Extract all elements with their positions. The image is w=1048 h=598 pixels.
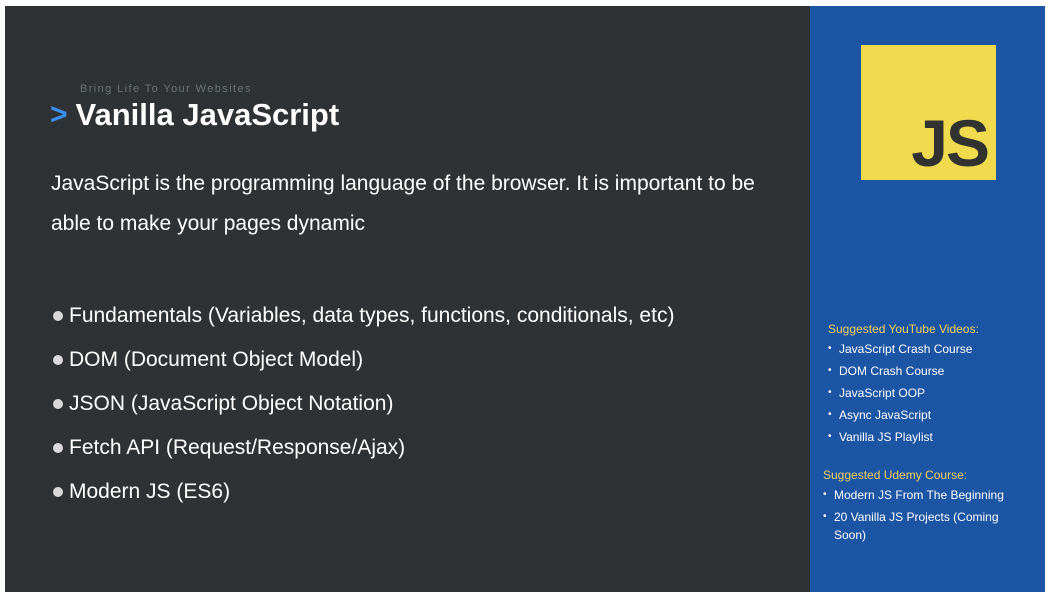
topic-label: DOM (Document Object Model) xyxy=(69,348,364,371)
youtube-link-item[interactable]: • Vanilla JS Playlist xyxy=(828,428,979,446)
bullet-icon xyxy=(53,487,63,497)
sidebar: JS Suggested YouTube Videos: • JavaScript… xyxy=(810,6,1045,592)
youtube-link-item[interactable]: • Async JavaScript xyxy=(828,406,979,424)
slide: Bring Life To Your Websites > Vanilla Ja… xyxy=(5,6,1045,592)
bullet-icon xyxy=(53,311,63,321)
title-row: > Vanilla JavaScript xyxy=(50,99,339,130)
youtube-link-label: Vanilla JS Playlist xyxy=(839,430,933,444)
topic-list: Fundamentals (Variables, data types, fun… xyxy=(53,294,674,514)
topic-label: Fundamentals (Variables, data types, fun… xyxy=(69,304,675,327)
youtube-link-label: JavaScript Crash Course xyxy=(839,342,973,356)
chevron-right-icon: > xyxy=(50,97,68,131)
youtube-section-title: Suggested YouTube Videos: xyxy=(828,322,979,336)
bullet-icon: • xyxy=(828,431,832,442)
youtube-link-item[interactable]: • JavaScript OOP xyxy=(828,384,979,402)
bullet-icon xyxy=(53,443,63,453)
topic-label: JSON (JavaScript Object Notation) xyxy=(69,392,394,415)
topic-label: Fetch API (Request/Response/Ajax) xyxy=(69,436,406,459)
udemy-link-item[interactable]: • Modern JS From The Beginning xyxy=(823,486,1023,504)
youtube-link-item[interactable]: • JavaScript Crash Course xyxy=(828,340,979,358)
youtube-link-label: DOM Crash Course xyxy=(839,364,945,378)
kicker-text: Bring Life To Your Websites xyxy=(80,83,252,95)
bullet-icon xyxy=(53,399,63,409)
bullet-icon: • xyxy=(828,387,832,398)
udemy-link-label: 20 Vanilla JS Projects (Coming Soon) xyxy=(834,510,999,542)
bullet-icon: • xyxy=(828,409,832,420)
page-title: Vanilla JavaScript xyxy=(75,97,340,132)
main-panel: Bring Life To Your Websites > Vanilla Ja… xyxy=(5,6,810,592)
bullet-icon xyxy=(53,355,63,365)
udemy-section: Suggested Udemy Course: • Modern JS From … xyxy=(823,468,1023,548)
bullet-icon: • xyxy=(823,489,827,500)
youtube-link-label: JavaScript OOP xyxy=(839,386,926,400)
js-logo-text: JS xyxy=(911,106,990,180)
list-item: Fetch API (Request/Response/Ajax) xyxy=(53,426,674,470)
js-logo: JS xyxy=(861,45,996,180)
udemy-link-label: Modern JS From The Beginning xyxy=(834,488,1004,502)
youtube-link-item[interactable]: • DOM Crash Course xyxy=(828,362,979,380)
intro-paragraph: JavaScript is the programming language o… xyxy=(51,172,755,235)
list-item: Fundamentals (Variables, data types, fun… xyxy=(53,294,674,338)
list-item: JSON (JavaScript Object Notation) xyxy=(53,382,674,426)
list-item: Modern JS (ES6) xyxy=(53,470,674,514)
list-item: DOM (Document Object Model) xyxy=(53,338,674,382)
bullet-icon: • xyxy=(828,365,832,376)
youtube-link-label: Async JavaScript xyxy=(839,408,932,422)
bullet-icon: • xyxy=(823,511,827,522)
topic-label: Modern JS (ES6) xyxy=(69,480,231,503)
bullet-icon: • xyxy=(828,343,832,354)
youtube-section: Suggested YouTube Videos: • JavaScript Cr… xyxy=(828,322,979,450)
udemy-section-title: Suggested Udemy Course: xyxy=(823,468,968,482)
udemy-link-item[interactable]: • 20 Vanilla JS Projects (Coming Soon) xyxy=(823,508,1023,544)
